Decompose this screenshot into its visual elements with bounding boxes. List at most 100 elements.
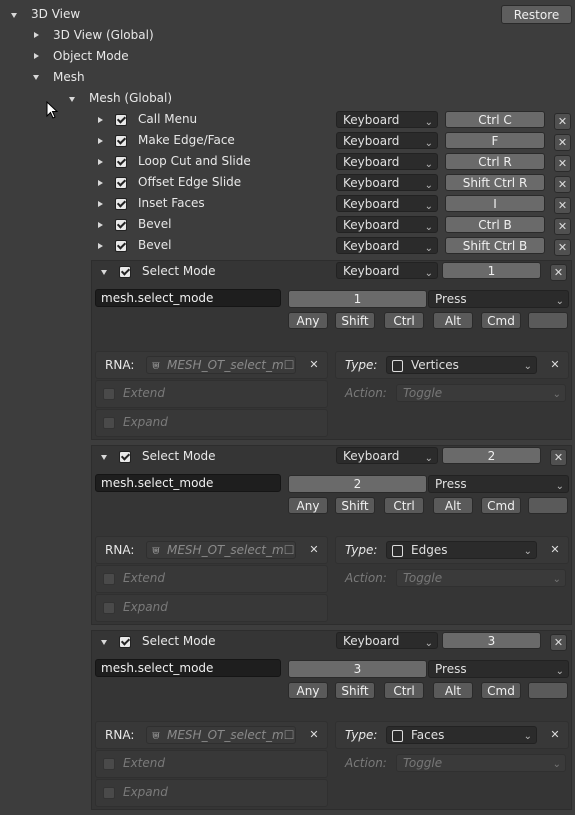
input-type-dropdown[interactable]: Keyboard ⌄ [336, 195, 438, 212]
disclosure-right-icon[interactable] [98, 180, 103, 186]
modifier-any-toggle[interactable]: Any [288, 497, 328, 514]
key-binding-button[interactable]: Ctrl R [445, 153, 545, 170]
modifier-alt-toggle[interactable]: Alt [433, 497, 473, 514]
action-dropdown[interactable]: Toggle ⌄ [396, 384, 566, 402]
remove-item-button[interactable]: ✕ [554, 239, 571, 256]
key-modifier-field[interactable] [528, 682, 568, 699]
modifier-cmd-toggle[interactable]: Cmd [481, 312, 521, 329]
event-value-dropdown[interactable]: Press ⌄ [428, 475, 569, 493]
modifier-alt-toggle[interactable]: Alt [433, 682, 473, 699]
item-active-checkbox[interactable] [115, 135, 127, 147]
remove-item-button[interactable]: ✕ [554, 155, 571, 172]
input-type-dropdown[interactable]: Keyboard ⌄ [336, 237, 438, 254]
operator-id-field[interactable]: mesh.select_mode [95, 659, 281, 677]
disclosure-down-icon[interactable] [11, 13, 17, 18]
input-type-dropdown[interactable]: Keyboard ⌄ [336, 132, 438, 149]
item-active-checkbox[interactable] [115, 240, 127, 252]
select-type-dropdown[interactable]: Vertices ⌄ [386, 356, 537, 374]
item-active-checkbox[interactable] [119, 451, 131, 463]
tree-item-3d-view-global[interactable]: 3D View (Global) [53, 27, 154, 43]
key-modifier-field[interactable] [528, 312, 568, 329]
remove-type-button[interactable]: ✕ [548, 358, 562, 372]
select-type-dropdown[interactable]: Faces ⌄ [386, 726, 537, 744]
key-binding-button[interactable]: I [445, 195, 545, 212]
extend-checkbox[interactable] [103, 388, 115, 400]
disclosure-right-icon[interactable] [98, 117, 103, 123]
expand-checkbox[interactable] [103, 602, 115, 614]
key-binding-button[interactable]: Ctrl C [445, 111, 545, 128]
input-type-dropdown[interactable]: Keyboard ⌄ [336, 153, 438, 170]
item-active-checkbox[interactable] [115, 156, 127, 168]
disclosure-right-icon[interactable] [98, 222, 103, 228]
disclosure-right-icon[interactable] [98, 138, 103, 144]
tree-item-mesh-global[interactable]: Mesh (Global) [89, 90, 172, 106]
event-value-dropdown[interactable]: Press ⌄ [428, 660, 569, 678]
remove-rna-button[interactable]: ✕ [307, 728, 321, 742]
modifier-shift-toggle[interactable]: Shift [335, 682, 375, 699]
tree-item-object-mode[interactable]: Object Mode [53, 48, 129, 64]
remove-item-button[interactable]: ✕ [554, 218, 571, 235]
remove-rna-button[interactable]: ✕ [307, 358, 321, 372]
disclosure-down-icon[interactable] [101, 455, 107, 460]
rna-operator-field[interactable]: ⩐ MESH_OT_select_m☐ [146, 726, 296, 744]
modifier-alt-toggle[interactable]: Alt [433, 312, 473, 329]
remove-item-button[interactable]: ✕ [554, 197, 571, 214]
disclosure-right-icon[interactable] [98, 159, 103, 165]
item-active-checkbox[interactable] [119, 266, 131, 278]
key-binding-button[interactable]: Shift Ctrl B [445, 237, 545, 254]
modifier-shift-toggle[interactable]: Shift [335, 312, 375, 329]
modifier-shift-toggle[interactable]: Shift [335, 497, 375, 514]
rna-operator-field[interactable]: ⩐ MESH_OT_select_m☐ [146, 541, 296, 559]
key-binding-button[interactable]: Ctrl B [445, 216, 545, 233]
disclosure-down-icon[interactable] [33, 75, 39, 80]
disclosure-right-icon[interactable] [98, 243, 103, 249]
input-type-dropdown[interactable]: Keyboard ⌄ [336, 262, 438, 279]
input-type-dropdown[interactable]: Keyboard ⌄ [336, 632, 438, 649]
input-type-dropdown[interactable]: Keyboard ⌄ [336, 111, 438, 128]
expand-checkbox[interactable] [103, 417, 115, 429]
modifier-cmd-toggle[interactable]: Cmd [481, 682, 521, 699]
remove-type-button[interactable]: ✕ [548, 543, 562, 557]
key-field[interactable]: 1 [288, 290, 427, 308]
extend-checkbox[interactable] [103, 573, 115, 585]
key-binding-button[interactable]: 3 [442, 632, 541, 649]
item-active-checkbox[interactable] [115, 114, 127, 126]
disclosure-right-icon[interactable] [34, 53, 39, 59]
modifier-any-toggle[interactable]: Any [288, 682, 328, 699]
event-value-dropdown[interactable]: Press ⌄ [428, 290, 569, 308]
remove-item-button[interactable]: ✕ [554, 134, 571, 151]
expand-checkbox[interactable] [103, 787, 115, 799]
modifier-ctrl-toggle[interactable]: Ctrl [384, 497, 424, 514]
key-field[interactable]: 2 [288, 475, 427, 493]
restore-button[interactable]: Restore [501, 5, 572, 24]
key-field[interactable]: 3 [288, 660, 427, 678]
select-type-dropdown[interactable]: Edges ⌄ [386, 541, 537, 559]
disclosure-right-icon[interactable] [98, 201, 103, 207]
modifier-any-toggle[interactable]: Any [288, 312, 328, 329]
input-type-dropdown[interactable]: Keyboard ⌄ [336, 216, 438, 233]
remove-item-button[interactable]: ✕ [554, 113, 571, 130]
modifier-ctrl-toggle[interactable]: Ctrl [384, 682, 424, 699]
remove-item-button[interactable]: ✕ [550, 449, 567, 466]
rna-operator-field[interactable]: ⩐ MESH_OT_select_m☐ [146, 356, 296, 374]
extend-checkbox[interactable] [103, 758, 115, 770]
key-binding-button[interactable]: 1 [442, 262, 541, 279]
item-active-checkbox[interactable] [119, 636, 131, 648]
input-type-dropdown[interactable]: Keyboard ⌄ [336, 447, 438, 464]
operator-id-field[interactable]: mesh.select_mode [95, 474, 281, 492]
input-type-dropdown[interactable]: Keyboard ⌄ [336, 174, 438, 191]
action-dropdown[interactable]: Toggle ⌄ [396, 569, 566, 587]
item-active-checkbox[interactable] [115, 198, 127, 210]
remove-rna-button[interactable]: ✕ [307, 543, 321, 557]
remove-item-button[interactable]: ✕ [550, 264, 567, 281]
disclosure-right-icon[interactable] [34, 32, 39, 38]
tree-item-mesh[interactable]: Mesh [53, 69, 85, 85]
remove-type-button[interactable]: ✕ [548, 728, 562, 742]
modifier-ctrl-toggle[interactable]: Ctrl [384, 312, 424, 329]
action-dropdown[interactable]: Toggle ⌄ [396, 754, 566, 772]
item-active-checkbox[interactable] [115, 219, 127, 231]
disclosure-down-icon[interactable] [101, 640, 107, 645]
operator-id-field[interactable]: mesh.select_mode [95, 289, 281, 307]
remove-item-button[interactable]: ✕ [550, 634, 567, 651]
key-binding-button[interactable]: F [445, 132, 545, 149]
